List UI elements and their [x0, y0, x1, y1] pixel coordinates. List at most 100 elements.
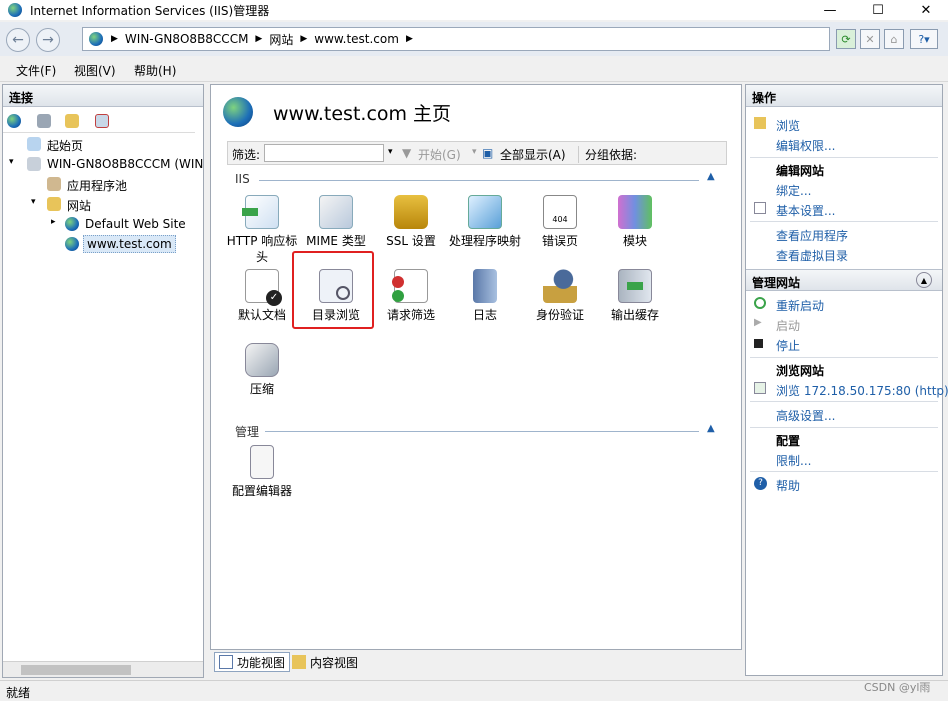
sites-folder-icon: [47, 197, 61, 211]
feature-config-editor[interactable]: 配置编辑器: [225, 445, 299, 499]
action-start[interactable]: 启动: [776, 317, 800, 334]
content-view-label: 内容视图: [310, 655, 359, 670]
action-limits[interactable]: 限制...: [776, 452, 811, 469]
back-button[interactable]: ←: [6, 28, 30, 52]
stop-icon[interactable]: ✕: [860, 29, 880, 49]
browse-folder-icon: [754, 117, 766, 129]
divider: [750, 401, 938, 402]
maximize-button[interactable]: ☐: [860, 0, 896, 20]
actions-panel: 操作 浏览 编辑权限... 编辑网站 绑定... 基本设置... 查看应用程序 …: [745, 84, 948, 676]
site-large-globe-icon: [223, 97, 253, 127]
feature-handler-mappings[interactable]: 处理程序映射: [448, 195, 522, 249]
feature-mime-types[interactable]: MIME 类型: [299, 195, 373, 249]
tree-item-server[interactable]: WIN-GN8O8B8CCCM (WIN: [47, 157, 203, 171]
content-view-button[interactable]: 内容视图: [292, 652, 358, 672]
logging-icon: [473, 269, 497, 303]
action-advanced-settings[interactable]: 高级设置...: [776, 407, 835, 424]
tree-item-default-site[interactable]: Default Web Site: [85, 217, 186, 231]
feature-request-filtering[interactable]: 请求筛选: [374, 269, 448, 323]
tree-item-test-site[interactable]: www.test.com: [83, 235, 176, 253]
menu-help[interactable]: 帮助(H): [134, 62, 176, 79]
close-button[interactable]: ✕: [908, 0, 944, 20]
scrollbar-thumb[interactable]: [21, 665, 131, 675]
tree-expand-icon[interactable]: ▾: [9, 157, 14, 167]
default-document-icon: ✓: [245, 269, 282, 306]
feature-compression[interactable]: 压缩: [225, 343, 299, 397]
tree-item-start-page[interactable]: 起始页: [47, 137, 83, 154]
section-manage: 管理: [235, 425, 260, 439]
mime-types-icon: [319, 195, 353, 229]
tree-expand-icon[interactable]: ▾: [31, 197, 36, 207]
home-icon[interactable]: ⌂: [884, 29, 904, 49]
show-all-button[interactable]: 全部显示(A): [500, 146, 566, 163]
feature-authentication[interactable]: 身份验证: [523, 269, 597, 323]
output-caching-icon: [618, 269, 652, 303]
collapse-section-icon[interactable]: ▲: [707, 171, 715, 182]
action-browse[interactable]: 浏览: [776, 117, 800, 134]
action-restart[interactable]: 重新启动: [776, 297, 824, 314]
chevron-down-icon[interactable]: ▾: [388, 147, 393, 157]
feature-output-caching[interactable]: 输出缓存: [598, 269, 672, 323]
menu-view[interactable]: 视图(V): [74, 62, 116, 79]
server-icon: [27, 157, 41, 171]
status-text: 就绪: [6, 686, 31, 700]
app-pool-icon: [47, 177, 61, 191]
feature-logging[interactable]: 日志: [448, 269, 522, 323]
manage-site-title: 管理网站: [752, 276, 801, 290]
help-icon[interactable]: ?▾: [910, 29, 938, 49]
chevron-right-icon: ▶: [111, 34, 118, 44]
chevron-right-icon: ▶: [255, 34, 263, 44]
tree-expand-icon[interactable]: ▸: [51, 217, 56, 227]
title-bar: Internet Information Services (IIS)管理器 —…: [0, 0, 948, 20]
stop-icon: [754, 339, 763, 348]
site-globe-icon: [65, 217, 79, 231]
address-bar[interactable]: ▶ WIN-GN8O8B8CCCM ▶ 网站 ▶ www.test.com ▶: [82, 27, 830, 51]
filter-label: 筛选:: [232, 148, 261, 162]
action-stop[interactable]: 停止: [776, 337, 800, 354]
manage-site-header: 管理网站 ▲: [746, 269, 942, 291]
action-basic-settings[interactable]: 基本设置...: [776, 202, 835, 219]
feature-ssl[interactable]: SSL 设置: [374, 195, 448, 249]
minimize-button[interactable]: —: [812, 0, 848, 20]
refresh-icon[interactable]: ⟳: [836, 29, 856, 49]
action-edit-permissions[interactable]: 编辑权限...: [776, 137, 835, 154]
tree-item-sites[interactable]: 网站: [67, 197, 91, 214]
save-icon[interactable]: [37, 114, 51, 128]
action-browse-url[interactable]: 浏览 172.18.50.175:80 (http): [776, 382, 948, 399]
horizontal-scrollbar[interactable]: [3, 661, 203, 677]
crumb-site[interactable]: www.test.com: [314, 32, 399, 46]
features-view-button[interactable]: 功能视图: [214, 652, 291, 672]
disconnect-icon[interactable]: [95, 114, 109, 128]
feature-label: SSL 设置: [386, 234, 436, 248]
highlight-box: [292, 251, 374, 329]
feature-modules[interactable]: 模块: [598, 195, 672, 249]
action-bindings[interactable]: 绑定...: [776, 182, 811, 199]
feature-error-pages[interactable]: 404 错误页: [523, 195, 597, 249]
tree-item-app-pools[interactable]: 应用程序池: [67, 177, 127, 194]
crumb-server[interactable]: WIN-GN8O8B8CCCM: [125, 32, 249, 46]
compression-icon: [245, 343, 279, 377]
edit-site-heading: 编辑网站: [776, 164, 825, 178]
action-view-applications[interactable]: 查看应用程序: [776, 227, 848, 244]
feature-label: 日志: [472, 308, 497, 322]
features-view-icon: [219, 655, 233, 669]
filter-input[interactable]: [264, 144, 384, 162]
collapse-section-icon[interactable]: ▲: [707, 423, 715, 434]
chevron-down-icon[interactable]: ▾: [472, 147, 477, 157]
crumb-sites[interactable]: 网站: [269, 31, 293, 48]
feature-default-document[interactable]: ✓ 默认文档: [225, 269, 299, 323]
action-view-virtual-dirs[interactable]: 查看虚拟目录: [776, 247, 848, 264]
forward-button[interactable]: →: [36, 28, 60, 52]
feature-http-headers[interactable]: HTTP 响应标头: [225, 195, 299, 265]
action-help[interactable]: 帮助: [776, 477, 800, 494]
globe-icon: [89, 32, 103, 46]
start-filter-button[interactable]: 开始(G): [418, 146, 461, 163]
config-editor-icon: [250, 445, 274, 479]
connect-icon[interactable]: [7, 114, 21, 128]
folder-up-icon[interactable]: [65, 114, 79, 128]
connections-toolbar: [3, 109, 195, 133]
divider: [750, 427, 938, 428]
menu-file[interactable]: 文件(F): [16, 62, 56, 79]
group-by-label[interactable]: 分组依据:: [578, 146, 637, 163]
collapse-icon[interactable]: ▲: [916, 272, 932, 288]
